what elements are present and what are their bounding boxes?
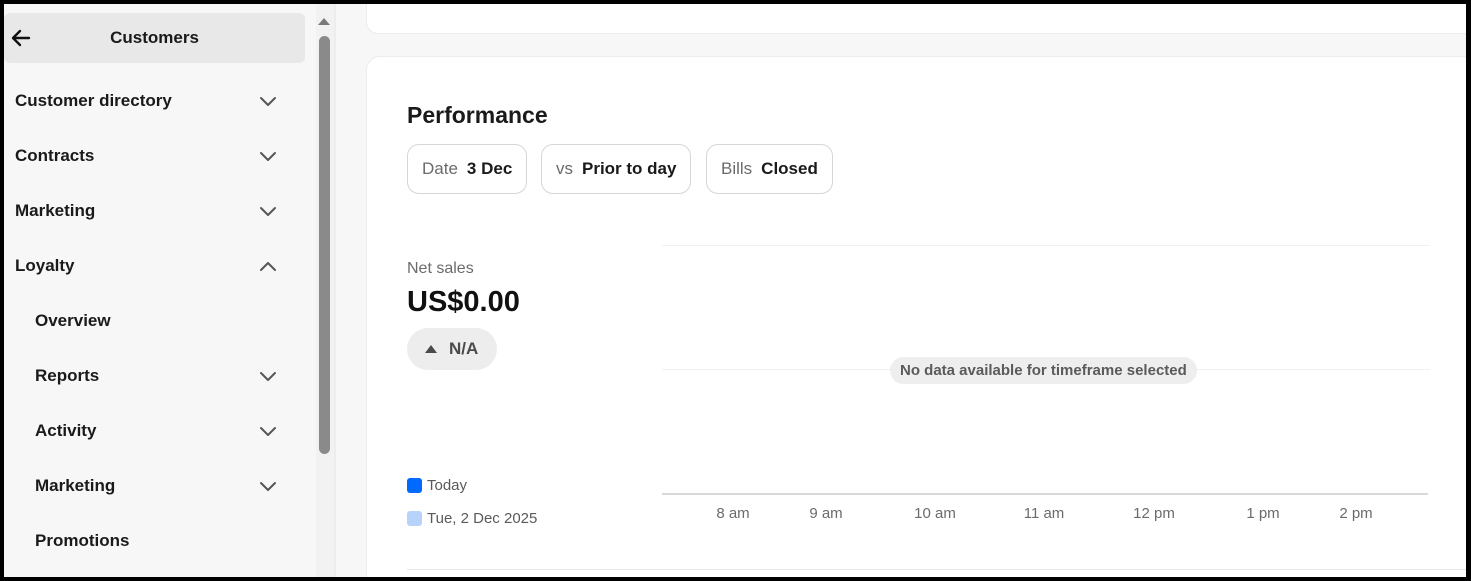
chart-gridline [662,245,1430,246]
change-value: N/A [449,339,479,358]
sidebar-item-label: Marketing [35,476,116,495]
x-axis-tick-label: 11 am [1023,505,1065,522]
legend-swatch-previous [407,511,422,526]
chevron-down-icon [260,207,276,216]
card-divider [407,569,1466,570]
chevron-up-icon [260,262,276,271]
legend-item-previous: Tue, 2 Dec 2025 [407,510,537,527]
bills-filter-key: Bills [721,159,753,178]
date-filter-button[interactable]: Date 3 Dec [407,144,528,194]
legend-item-today: Today [407,477,467,494]
scroll-up-arrow-icon[interactable] [318,18,330,25]
date-filter-key: Date [422,159,458,178]
change-badge: N/A [407,328,497,370]
sidebar-item-promotions-sub[interactable]: Promotions [4,516,304,566]
sidebar-item-label: Contracts [15,146,95,165]
sidebar-item-label: Promotions [35,531,130,550]
sidebar-header: Customers [4,13,305,63]
x-axis-tick-label: 12 pm [1133,505,1175,522]
bills-filter-value: Closed [761,159,818,178]
chevron-down-icon [260,372,276,381]
sidebar-item-label: Overview [35,311,111,330]
sidebar-item-overview-sub[interactable]: Overview [4,296,304,346]
chevron-down-icon [260,152,276,161]
sidebar-item-label: Activity [35,421,97,440]
chevron-down-icon [260,427,276,436]
scroll-thumb[interactable] [319,36,330,454]
x-axis-tick-label: 2 pm [1339,505,1373,522]
sidebar-item-activity-sub[interactable]: Activity [4,406,304,456]
chevron-down-icon [260,97,276,106]
x-axis-tick-label: 9 am [809,505,843,522]
no-data-message: No data available for timeframe selected [890,357,1197,384]
x-axis-tick-label: 8 am [716,505,750,522]
sidebar-item-customer-directory[interactable]: Customer directory [4,76,304,126]
app-window: Customers Customer directory Contracts Mar… [4,4,1466,577]
x-axis-tick-label: 1 pm [1246,505,1280,522]
sidebar-item-marketing-sub[interactable]: Marketing [4,461,304,511]
performance-card: Performance Date 3 Dec vs Prior to day B… [366,56,1466,577]
sidebar-item-label: Customer directory [15,91,172,110]
comparison-filter-value: Prior to day [582,159,677,178]
sidebar-item-label: Loyalty [15,256,75,275]
date-filter-value: 3 Dec [466,159,513,178]
triangle-up-icon [425,345,437,353]
legend-label-today: Today [427,477,468,494]
sidebar-item-label: Reports [35,366,100,385]
sidebar-title: Customers [110,28,199,47]
legend-swatch-today [407,478,422,493]
sidebar-item-label: Marketing [15,201,96,220]
sidebar-item-contracts[interactable]: Contracts [4,131,304,181]
sidebar: Customers Customer directory Contracts Mar… [4,4,316,577]
x-axis-tick-label: 10 am [914,505,956,522]
sidebar-divider [334,4,336,577]
legend-label-previous: Tue, 2 Dec 2025 [427,510,538,527]
sidebar-item-marketing[interactable]: Marketing [4,186,304,236]
performance-title: Performance [407,102,548,128]
top-card [366,4,1466,34]
comparison-filter-button[interactable]: vs Prior to day [541,144,692,194]
net-sales-value: US$0.00 [407,286,520,318]
sidebar-scrollbar[interactable] [316,4,334,577]
chart-x-axis [662,493,1428,495]
sidebar-item-loyalty[interactable]: Loyalty [4,241,304,291]
comparison-filter-key: vs [556,159,573,178]
bills-filter-button[interactable]: Bills Closed [706,144,833,194]
net-sales-label: Net sales [407,260,474,277]
sidebar-item-reports-sub[interactable]: Reports [4,351,304,401]
chevron-down-icon [260,482,276,491]
